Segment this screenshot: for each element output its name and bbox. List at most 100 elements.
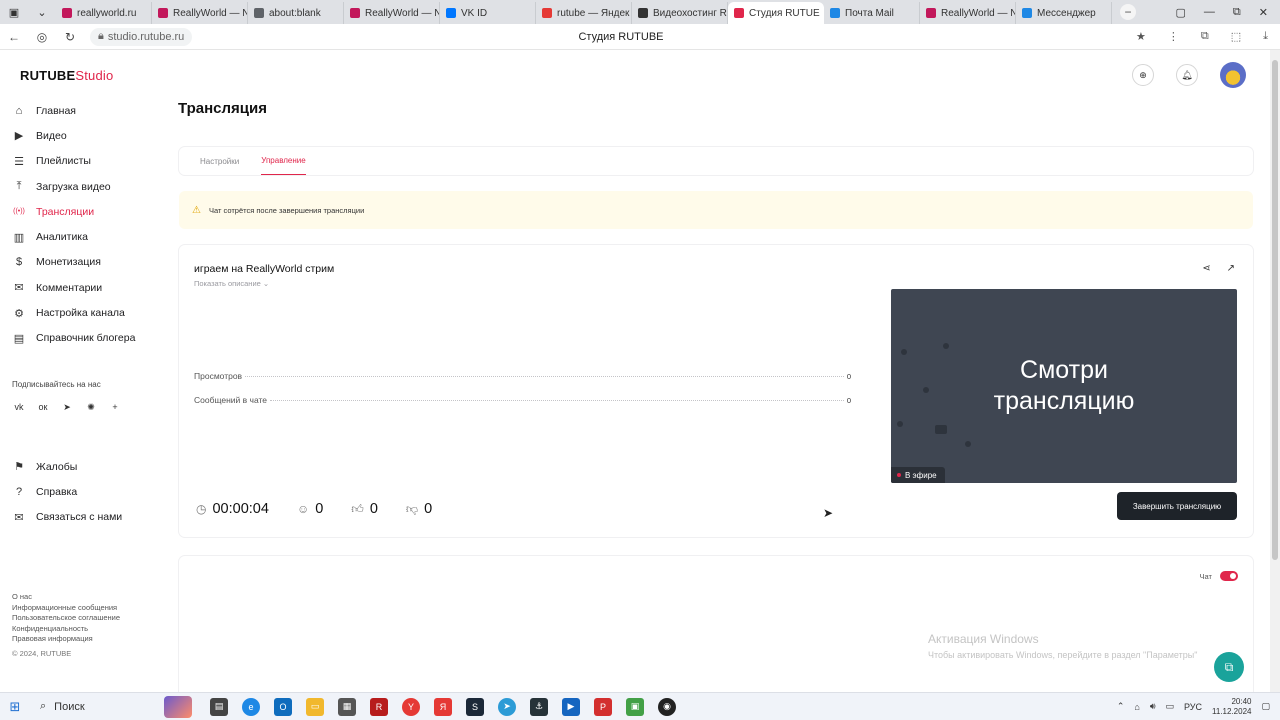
network-icon[interactable]: ⌂ [1134, 702, 1139, 712]
url-field[interactable]: 🔒︎ studio.rutube.ru [90, 27, 193, 46]
edge-icon[interactable]: e [242, 697, 260, 716]
rockstar-icon[interactable]: R [370, 697, 388, 716]
tray-chevron-icon[interactable]: ⌃ [1117, 701, 1125, 712]
steam-icon[interactable]: S [466, 697, 484, 716]
scrollbar-thumb[interactable] [1272, 60, 1278, 560]
support-item-2[interactable]: ✉ Связаться с нами [12, 505, 152, 530]
sidebar-item-7[interactable]: ✉ Комментарии [12, 275, 152, 300]
browser-tab[interactable]: VK ID [440, 2, 536, 24]
bookmark-icon[interactable]: ★ [1136, 30, 1146, 43]
sidebar-item-9[interactable]: ▤ Справочник блогера [12, 326, 152, 351]
avatar[interactable] [1220, 62, 1246, 88]
sidebar-item-2[interactable]: ☰ Плейлисты [12, 149, 152, 174]
dzen-icon[interactable]: ✺ [84, 400, 98, 414]
powerpoint-icon[interactable]: P [594, 697, 612, 716]
telegram-icon[interactable]: ➤ [498, 697, 516, 716]
yandex-icon[interactable]: Я [434, 697, 452, 716]
sidebar-item-0[interactable]: ⌂ Главная [12, 98, 152, 123]
obs-icon[interactable]: ◉ [658, 697, 676, 716]
minecraft-icon[interactable]: ▣ [626, 697, 644, 716]
windows-start-icon[interactable]: ⊞ [0, 699, 30, 715]
windows-taskbar: ⊞ ⌕ Поиск ▤ e O ▭ ▦ R Y Я S ➤ ⚓ ▶ P ▣ ◉ … [0, 692, 1280, 720]
more-icon[interactable]: ⋮ [1168, 30, 1179, 43]
upload-button[interactable]: ⊕ [1132, 64, 1154, 86]
yandex-browser-icon[interactable]: Y [402, 697, 420, 716]
rutube-studio-logo[interactable]: RUTUBEStudio [20, 68, 113, 83]
chat-switch[interactable] [1220, 571, 1238, 581]
widgets-icon[interactable] [164, 695, 192, 718]
browser-tab[interactable]: reallyworld.ru [56, 2, 152, 24]
sidebar-item-1[interactable]: ▶ Видео [12, 123, 152, 148]
browser-tab[interactable]: ReallyWorld — N [920, 2, 1016, 24]
vk-icon[interactable]: vk [12, 400, 26, 414]
stream-title: играем на ReallyWorld стрим [194, 263, 335, 275]
tab-management[interactable]: Управление [261, 147, 306, 175]
media-player-icon[interactable]: ▶ [562, 697, 580, 716]
more-icon[interactable]: + [108, 400, 122, 414]
warning-icon: ⚠ [192, 204, 201, 216]
footer-link[interactable]: Конфиденциальность [12, 624, 120, 635]
reload-icon[interactable]: ↻ [56, 30, 84, 44]
favicon-icon [254, 8, 264, 18]
extensions-icon[interactable]: ⬚ [1231, 30, 1241, 43]
tab-settings[interactable]: Настройки [200, 147, 239, 175]
collections-icon[interactable]: ⧉ [1201, 30, 1209, 43]
sidebar-item-8[interactable]: ⚙ Настройка канала [12, 300, 152, 325]
telegram-icon[interactable]: ➤ [60, 400, 74, 414]
footer-link[interactable]: Пользовательское соглашение [12, 613, 120, 624]
stream-preview[interactable]: Смотри трансляцию В эфире [891, 289, 1237, 483]
sidebar-item-6[interactable]: $ Монетизация [12, 250, 152, 275]
new-tab-button[interactable]: − [1120, 4, 1136, 20]
browser-tab[interactable]: rutube — Яндек [536, 2, 632, 24]
restore-icon[interactable]: ▢ [1176, 6, 1186, 19]
footer-link[interactable]: Информационные сообщения [12, 603, 120, 614]
sidebar-item-5[interactable]: ▥ Аналитика [12, 224, 152, 249]
browser-tab[interactable]: Студия RUTUE✕ [728, 2, 824, 24]
finish-stream-button[interactable]: Завершить трансляцию [1117, 492, 1237, 520]
yandex-protect-icon[interactable]: ◎ [28, 30, 56, 44]
language-indicator[interactable]: РУС [1184, 702, 1202, 712]
browser-tab[interactable]: ReallyWorld — N [152, 2, 248, 24]
preview-decor-node [965, 441, 971, 447]
notification-center-icon[interactable]: ▢ [1261, 701, 1270, 712]
back-icon[interactable]: ← [0, 30, 28, 44]
store-icon[interactable]: ▦ [338, 697, 356, 716]
volume-icon[interactable]: 🔊︎ [1150, 701, 1156, 712]
browser-tab[interactable]: ReallyWorld — N [344, 2, 440, 24]
browser-tab-label: Видеохостинг R [653, 7, 727, 19]
external-link-icon[interactable]: ↗ [1227, 263, 1235, 274]
maximize-icon[interactable]: ⧉ [1233, 6, 1241, 19]
close-icon[interactable]: ✕ [1259, 6, 1268, 19]
vpn-icon[interactable]: ⚓ [530, 697, 548, 716]
ok-icon[interactable]: ок [36, 400, 50, 414]
stat-leader-dots [245, 376, 844, 377]
show-description-link[interactable]: Показать описание ⌄ [194, 279, 269, 288]
browser-tab[interactable]: Почта Mail [824, 2, 920, 24]
share-icon[interactable]: ⋖ [1202, 263, 1210, 274]
monetization-icon: $ [15, 256, 23, 269]
browser-tab[interactable]: Мессенджер [1016, 2, 1112, 24]
outlook-icon[interactable]: O [274, 697, 292, 716]
support-item-1[interactable]: ? Справка [12, 479, 152, 504]
footer-link[interactable]: О нас [12, 592, 120, 603]
chat-toggle[interactable]: Чат [1200, 571, 1238, 581]
support-item-0[interactable]: ⚑ Жалобы [12, 454, 152, 479]
task-view-icon[interactable]: ▤ [210, 697, 228, 716]
tab-list-chevron-icon[interactable]: ⌄ [28, 0, 56, 24]
page-scrollbar[interactable] [1270, 50, 1280, 692]
browser-tab[interactable]: about:blank [248, 2, 344, 24]
taskbar-clock[interactable]: 20:40 11.12.2024 [1212, 697, 1251, 717]
sidebar-item-4[interactable]: ((•)) Трансляции [12, 199, 152, 224]
sidebar-nav: ⌂ Главная ▶ Видео ☰ Плейлисты ⤒ Загрузка видео (… [12, 98, 152, 351]
taskbar-search[interactable]: ⌕ Поиск [30, 700, 160, 713]
footer-link[interactable]: Правовая информация [12, 634, 120, 645]
browser-tab[interactable]: Видеохостинг R [632, 2, 728, 24]
battery-icon[interactable]: ▭ [1165, 701, 1174, 712]
file-explorer-icon[interactable]: ▭ [306, 697, 324, 716]
browser-menu-icon[interactable]: ▣ [0, 0, 28, 24]
minimize-icon[interactable]: — [1204, 6, 1215, 19]
support-chat-button[interactable]: ⧉ [1214, 652, 1244, 682]
sidebar-item-3[interactable]: ⤒ Загрузка видео [12, 174, 152, 199]
download-icon[interactable]: ⤓ [1263, 30, 1268, 43]
notifications-bell-icon[interactable]: 🔔︎ [1176, 64, 1198, 86]
